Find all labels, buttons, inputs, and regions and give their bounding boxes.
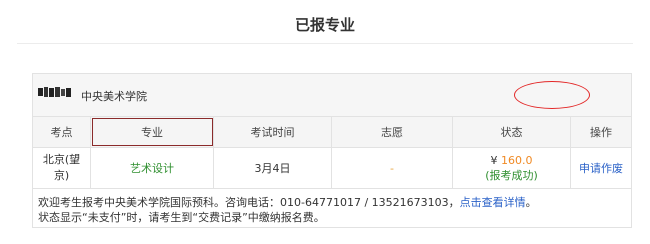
header-volunteer: 志愿 — [332, 117, 453, 147]
table-row: 北京(望京) 艺术设计 3月4日 - ¥ 160.0 (报考成功) 申请作废 — [33, 148, 631, 189]
notice-text: 欢迎考生报考中央美术学院国际预科。咨询电话：010-64771017 / 135… — [38, 195, 628, 225]
header-exam-time: 考试时间 — [214, 117, 332, 147]
status-badge: (报考成功) — [485, 169, 538, 182]
cell-major: 艺术设计 — [91, 148, 214, 188]
price-amount: 160.0 — [501, 154, 533, 167]
view-details-link[interactable]: 点击查看详情 — [460, 196, 526, 209]
notice-line-1: 欢迎考生报考中央美术学院国际预科。咨询电话：010-64771017 / 135… — [38, 195, 628, 210]
price-text: ¥ 160.0 — [491, 153, 533, 168]
title-divider — [17, 43, 633, 44]
notice-contact: 欢迎考生报考中央美术学院国际预科。咨询电话：010-64771017 / 135… — [38, 196, 460, 209]
header-location: 考点 — [33, 117, 91, 147]
currency-symbol: ¥ — [490, 154, 498, 167]
page-title: 已报专业 — [294, 16, 355, 34]
header-status: 状态 — [453, 117, 571, 147]
notice-line-2: 状态显示“未支付”时，请考生到“交费记录”中缴纳报名费。 — [38, 211, 325, 224]
cell-location: 北京(望京) — [33, 148, 91, 188]
cell-volunteer: - — [332, 148, 453, 188]
header-action: 操作 — [590, 126, 612, 139]
cell-action: 申请作废 — [571, 148, 631, 188]
notice-period: 。 — [525, 196, 537, 209]
registered-major-panel: 中央美术学院 考点 专业 考试时间 志愿 状态 操作 北京(望京) 艺术设计 3… — [32, 73, 632, 228]
location-text: 北京(望京) — [42, 153, 81, 182]
header-major: 专业 — [91, 117, 214, 147]
cell-status: ¥ 160.0 (报考成功) — [453, 148, 571, 188]
major-text: 艺术设计 — [130, 162, 174, 175]
school-logo — [38, 82, 72, 102]
table-header: 考点 专业 考试时间 志愿 状态 操作 — [33, 117, 631, 148]
exam-date-text: 3月4日 — [254, 162, 291, 175]
apply-cancel-link[interactable]: 申请作废 — [579, 160, 623, 176]
volunteer-text: - — [390, 161, 394, 175]
school-header: 中央美术学院 — [33, 74, 631, 117]
cell-exam-date: 3月4日 — [214, 148, 332, 188]
school-name: 中央美术学院 — [81, 90, 147, 103]
